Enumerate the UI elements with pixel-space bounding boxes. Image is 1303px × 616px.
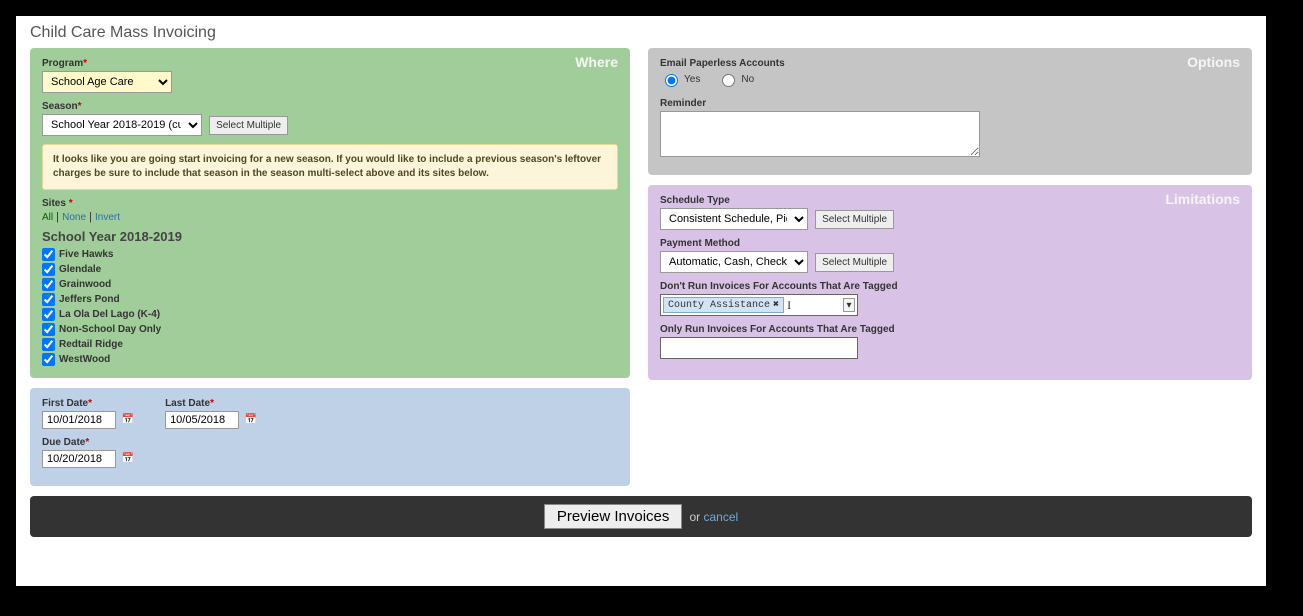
select-season[interactable]: School Year 2018-2019 (current) bbox=[42, 114, 202, 136]
site-checkbox[interactable] bbox=[42, 353, 55, 366]
or-cancel: or cancel bbox=[689, 510, 738, 524]
cancel-link[interactable]: cancel bbox=[703, 510, 738, 524]
site-checkbox[interactable] bbox=[42, 323, 55, 336]
select-payment-method[interactable]: Automatic, Cash, Check, Onl... bbox=[660, 251, 808, 273]
season-warning: It looks like you are going start invoic… bbox=[42, 144, 618, 190]
label-only-run-tags: Only Run Invoices For Accounts That Are … bbox=[660, 324, 1240, 335]
sites-group-title: School Year 2018-2019 bbox=[42, 229, 618, 244]
sites-none-link[interactable]: None bbox=[62, 212, 86, 223]
dont-run-tags-input[interactable]: County Assistance ✖ I ▾ bbox=[660, 294, 858, 316]
page-title: Child Care Mass Invoicing bbox=[16, 16, 1266, 48]
label-payment-method: Payment Method bbox=[660, 238, 1240, 249]
site-label: La Ola Del Lago (K-4) bbox=[59, 309, 160, 320]
label-dont-run-tags: Don't Run Invoices For Accounts That Are… bbox=[660, 281, 1240, 292]
site-item: Redtail Ridge bbox=[42, 338, 618, 351]
tag-chip-label: County Assistance bbox=[668, 300, 770, 311]
site-item: Grainwood bbox=[42, 278, 618, 291]
tag-dropdown-icon[interactable]: ▾ bbox=[843, 298, 855, 312]
label-season: Season* bbox=[42, 101, 618, 112]
radio-no[interactable] bbox=[722, 74, 735, 87]
label-due-date: Due Date* bbox=[42, 437, 618, 448]
select-program[interactable]: School Age Care bbox=[42, 71, 172, 93]
tag-remove-icon[interactable]: ✖ bbox=[773, 299, 779, 311]
site-label: WestWood bbox=[59, 354, 110, 365]
sites-invert-link[interactable]: Invert bbox=[95, 212, 120, 223]
site-checkbox[interactable] bbox=[42, 248, 55, 261]
season-select-multiple-button[interactable]: Select Multiple bbox=[209, 116, 288, 135]
calendar-icon[interactable]: 📅 bbox=[244, 413, 258, 427]
payment-select-multiple-button[interactable]: Select Multiple bbox=[815, 253, 894, 272]
footer-bar: Preview Invoices or cancel bbox=[30, 496, 1252, 537]
preview-invoices-button[interactable]: Preview Invoices bbox=[544, 504, 683, 529]
radio-yes-label: Yes bbox=[660, 71, 700, 87]
calendar-icon[interactable]: 📅 bbox=[121, 452, 135, 466]
site-item: Jeffers Pond bbox=[42, 293, 618, 306]
label-last-date: Last Date* bbox=[165, 398, 258, 409]
site-label: Jeffers Pond bbox=[59, 294, 120, 305]
panel-limitations: Limitations Schedule Type Consistent Sch… bbox=[648, 185, 1252, 380]
select-schedule-type[interactable]: Consistent Schedule, Pick Y... bbox=[660, 208, 808, 230]
panel-where: Where Program* School Age Care Season* S… bbox=[30, 48, 630, 378]
site-checkbox[interactable] bbox=[42, 263, 55, 276]
panel-limitations-header: Limitations bbox=[1165, 191, 1240, 207]
site-checkbox[interactable] bbox=[42, 308, 55, 321]
only-run-tags-input[interactable] bbox=[660, 337, 858, 359]
label-paperless: Email Paperless Accounts bbox=[660, 58, 1240, 69]
site-label: Redtail Ridge bbox=[59, 339, 123, 350]
input-first-date[interactable] bbox=[42, 411, 116, 429]
panel-dates: First Date* 📅 Last Date* 📅 Due Date* 📅 bbox=[30, 388, 630, 486]
site-item: La Ola Del Lago (K-4) bbox=[42, 308, 618, 321]
panel-options: Options Email Paperless Accounts Yes No … bbox=[648, 48, 1252, 175]
input-due-date[interactable] bbox=[42, 450, 116, 468]
label-schedule-type: Schedule Type bbox=[660, 195, 1240, 206]
input-last-date[interactable] bbox=[165, 411, 239, 429]
label-first-date: First Date* bbox=[42, 398, 135, 409]
site-item: Glendale bbox=[42, 263, 618, 276]
paperless-radios: Yes No bbox=[660, 71, 1240, 90]
site-item: Non-School Day Only bbox=[42, 323, 618, 336]
label-sites: Sites * bbox=[42, 198, 618, 209]
panel-options-header: Options bbox=[1187, 54, 1240, 70]
calendar-icon[interactable]: 📅 bbox=[121, 413, 135, 427]
site-label: Glendale bbox=[59, 264, 101, 275]
panel-where-header: Where bbox=[575, 54, 618, 70]
sites-list: Five Hawks Glendale Grainwood Jeffers Po… bbox=[42, 248, 618, 366]
textarea-reminder[interactable] bbox=[660, 111, 980, 157]
label-reminder: Reminder bbox=[660, 98, 1240, 109]
radio-yes[interactable] bbox=[665, 74, 678, 87]
site-checkbox[interactable] bbox=[42, 278, 55, 291]
radio-no-label: No bbox=[717, 71, 754, 87]
site-label: Five Hawks bbox=[59, 249, 113, 260]
tag-chip: County Assistance ✖ bbox=[663, 297, 784, 313]
sites-links: All | None | Invert bbox=[42, 211, 618, 223]
text-cursor-icon: I bbox=[787, 298, 791, 313]
site-checkbox[interactable] bbox=[42, 338, 55, 351]
site-item: Five Hawks bbox=[42, 248, 618, 261]
sites-all-link[interactable]: All bbox=[42, 212, 53, 223]
site-label: Non-School Day Only bbox=[59, 324, 161, 335]
site-label: Grainwood bbox=[59, 279, 111, 290]
site-checkbox[interactable] bbox=[42, 293, 55, 306]
schedule-select-multiple-button[interactable]: Select Multiple bbox=[815, 210, 894, 229]
label-program: Program* bbox=[42, 58, 618, 69]
site-item: WestWood bbox=[42, 353, 618, 366]
